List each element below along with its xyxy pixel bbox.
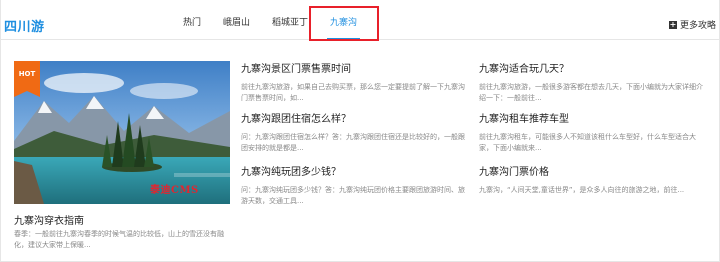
article-title-link[interactable]: 九寨沟门票价格 xyxy=(479,166,703,179)
article-title-link[interactable]: 九寨沟适合玩几天？ xyxy=(479,63,703,76)
more-guides-label: 更多攻略 xyxy=(679,21,716,31)
watermark-text: 泰迪CMS xyxy=(150,185,199,196)
article-summary: 前往九寨沟旅游，一般很多游客都在想去几天，下面小编就为大家详细介绍一下：一般前往… xyxy=(479,83,703,102)
article-title-link[interactable]: 九寨沟跟团住宿怎么样？ xyxy=(241,113,465,126)
article-summary: 问：九寨沟跟团住宿怎么样？答：九寨沟跟团住宿还是比较好的，一般跟团安排的就是都是… xyxy=(241,133,465,152)
article-title-link[interactable]: 九寨沟纯玩团多少钱？ xyxy=(241,166,465,179)
article-summary: 问：九寨沟纯玩团多少钱？答：九寨沟纯玩团价格主要跟团旅游时间、旅游天数，交通工具… xyxy=(241,186,465,205)
article-item: 九寨沟跟团住宿怎么样？ 问：九寨沟跟团住宿怎么样？答：九寨沟跟团住宿还是比较好的… xyxy=(241,113,465,154)
feature-title-link[interactable]: 九寨沟穿衣指南 xyxy=(14,212,84,227)
tab-emeishan[interactable]: 峨眉山 xyxy=(223,0,250,40)
article-item: 九寨沟适合玩几天？ 前往九寨沟旅游，一般很多游客都在想去几天，下面小编就为大家详… xyxy=(479,63,703,104)
header: 四川游 热门 峨眉山 稻城亚丁 九寨沟 + 更多攻略 xyxy=(0,0,720,41)
article-summary: 前往九寨沟旅游，如果自己去购买票，那么您一定要提前了解一下九寨沟门票售票时间，如… xyxy=(241,83,465,102)
article-item: 九寨沟门票价格 九寨沟，“人间天堂,童话世界”，是众多人向往的旅游之地，前往..… xyxy=(479,166,703,196)
hot-badge: HOT xyxy=(14,61,40,97)
article-item: 九寨沟租车推荐车型 前往九寨沟租车，可能很多人不知道该租什么车型好，什么车型适合… xyxy=(479,113,703,154)
tab-hot[interactable]: 热门 xyxy=(183,0,201,40)
section-logo[interactable]: 四川游 xyxy=(4,16,45,35)
article-summary: 前往九寨沟租车，可能很多人不知道该租什么车型好，什么车型适合大家，下面小编就来.… xyxy=(479,133,696,152)
more-guides-link[interactable]: + 更多攻略 xyxy=(668,18,716,31)
article-item: 九寨沟景区门票售票时间 前往九寨沟旅游，如果自己去购买票，那么您一定要提前了解一… xyxy=(241,63,465,104)
article-title-link[interactable]: 九寨沟租车推荐车型 xyxy=(479,113,703,126)
article-title-link[interactable]: 九寨沟景区门票售票时间 xyxy=(241,63,465,76)
annotation-highlight-box xyxy=(309,6,379,41)
article-summary: 九寨沟，“人间天堂,童话世界”，是众多人向往的旅游之地，前往... xyxy=(479,186,685,194)
plus-icon: + xyxy=(668,19,677,29)
feature-image[interactable]: HOT 泰迪CMS xyxy=(14,61,230,204)
feature-description: 春季：一般前往九寨沟春季的时候气温的比较低，山上的雪还没有融化，建议大家带上保暖… xyxy=(14,230,224,249)
tab-daocheng-yading[interactable]: 稻城亚丁 xyxy=(272,0,308,40)
article-item: 九寨沟纯玩团多少钱？ 问：九寨沟纯玩团多少钱？答：九寨沟纯玩团价格主要跟团旅游时… xyxy=(241,166,465,207)
